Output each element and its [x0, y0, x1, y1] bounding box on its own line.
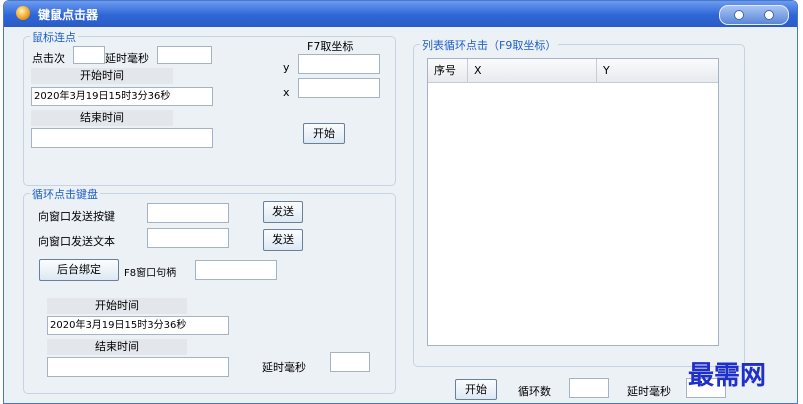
- keyboard-loop-legend: 循环点击键盘: [30, 186, 100, 202]
- column-header-x[interactable]: X: [468, 59, 597, 83]
- kbd-start-time-input[interactable]: 2020年3月19日15时3分36秒: [47, 316, 229, 335]
- click-count-label: 点击次: [32, 52, 65, 65]
- mouse-start-button[interactable]: 开始: [303, 123, 345, 144]
- window-handle-input[interactable]: [195, 260, 277, 280]
- coordinate-list[interactable]: 序号 X Y: [427, 58, 719, 346]
- mouse-end-time-input[interactable]: [31, 128, 213, 148]
- send-text-button[interactable]: 发送: [263, 229, 303, 251]
- mouse-end-time-label: 结束时间: [31, 110, 173, 126]
- f7-coord-label: F7取坐标: [307, 40, 354, 53]
- mouse-start-time-input[interactable]: 2020年3月19日15时3分36秒: [31, 87, 213, 106]
- column-header-index[interactable]: 序号: [428, 59, 468, 83]
- loop-count-label: 循环数: [518, 385, 551, 398]
- x-label: x: [283, 86, 290, 99]
- send-key-input[interactable]: [147, 203, 229, 223]
- list-loop-legend: 列表循环点击（F9取坐标）: [420, 37, 559, 53]
- loop-count-input[interactable]: [569, 378, 609, 398]
- f8-handle-label: F8窗口句柄: [124, 268, 177, 279]
- window-controls: [719, 5, 789, 25]
- column-header-y[interactable]: Y: [597, 59, 718, 83]
- click-count-input[interactable]: [73, 46, 105, 64]
- bind-background-button[interactable]: 后台绑定: [39, 259, 119, 281]
- minimize-icon[interactable]: [734, 10, 744, 20]
- x-coord-input[interactable]: [298, 78, 380, 98]
- mouse-start-time-label: 开始时间: [31, 68, 173, 84]
- close-icon[interactable]: [764, 10, 774, 20]
- list-delay-ms-label: 延时毫秒: [627, 385, 671, 398]
- window-title: 键鼠点击器: [38, 8, 99, 22]
- delay-ms-input[interactable]: [157, 46, 212, 64]
- delay-ms-label: 延时毫秒: [105, 52, 149, 65]
- watermark-text: 最需网: [688, 361, 767, 391]
- send-text-label: 向窗口发送文本: [38, 235, 115, 248]
- send-text-input[interactable]: [147, 228, 229, 248]
- send-key-label: 向窗口发送按键: [38, 210, 115, 223]
- list-start-button[interactable]: 开始: [455, 379, 497, 400]
- kbd-end-time-label: 结束时间: [47, 339, 187, 355]
- send-key-button[interactable]: 发送: [263, 201, 303, 223]
- mouse-click-legend: 鼠标连点: [30, 29, 78, 45]
- title-bar: 键鼠点击器: [4, 1, 797, 27]
- kbd-delay-ms-input[interactable]: [330, 352, 370, 372]
- y-coord-input[interactable]: [298, 54, 380, 74]
- y-label: y: [283, 61, 290, 74]
- kbd-start-time-label: 开始时间: [47, 298, 187, 314]
- kbd-end-time-input[interactable]: [47, 357, 229, 377]
- app-icon: [16, 6, 30, 20]
- kbd-delay-ms-label: 延时毫秒: [262, 361, 306, 374]
